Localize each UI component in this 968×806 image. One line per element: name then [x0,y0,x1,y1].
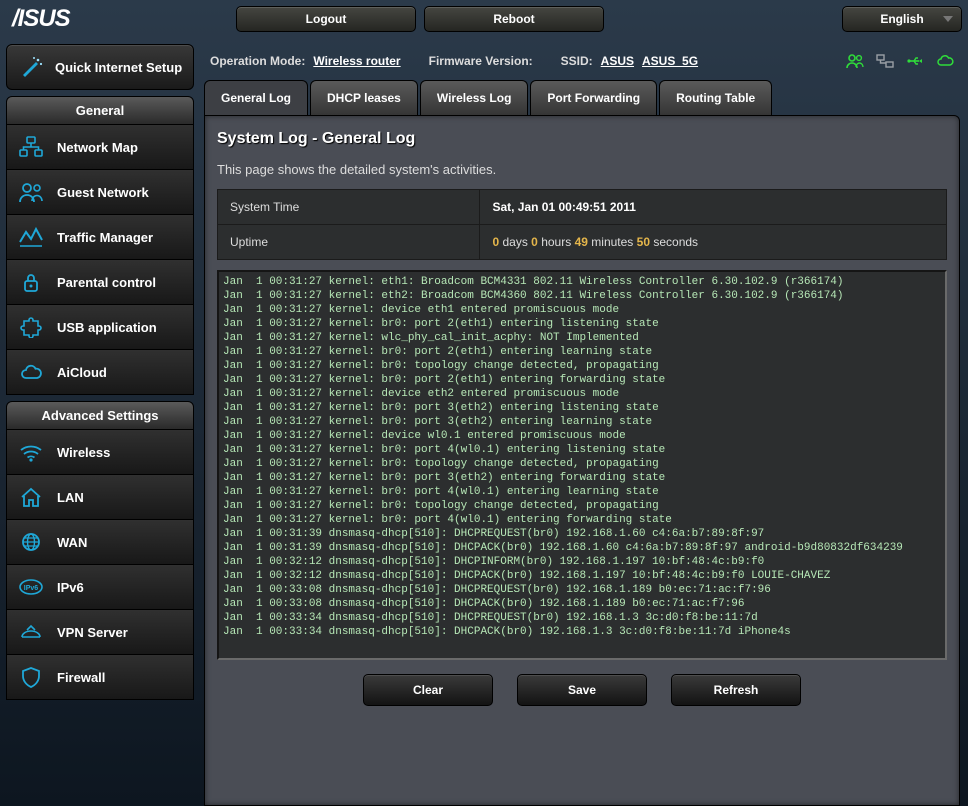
sidebar-item-vpn-server[interactable]: VPN Server [6,610,194,655]
sidebar-item-label: Parental control [57,275,156,290]
sidebar-item-usb-application[interactable]: USB application [6,305,194,350]
sidebar-item-label: Wireless [57,445,110,460]
sidebar-item-parental-control[interactable]: Parental control [6,260,194,305]
asus-logo: /ISUS [6,5,98,33]
puzzle-icon [17,315,45,339]
svg-text:IPv6: IPv6 [24,585,39,592]
general-nav: General Network Map Guest Network Traffic … [6,96,194,395]
uptime-label: Uptime [218,225,480,260]
vpn-icon [17,620,45,644]
chevron-down-icon [943,16,953,22]
op-mode-label: Operation Mode: [210,54,305,68]
panel-title: System Log - General Log [217,130,947,148]
general-header: General [6,96,194,125]
sidebar-item-guest-network[interactable]: Guest Network [6,170,194,215]
tab-wireless-log[interactable]: Wireless Log [420,80,529,115]
tabs: General LogDHCP leasesWireless LogPort F… [204,80,960,115]
sidebar-item-label: VPN Server [57,625,128,640]
ipv6-icon: IPv6 [17,575,45,599]
system-time-value: Sat, Jan 01 00:49:51 2011 [480,190,947,225]
wand-icon [17,53,45,81]
reboot-button[interactable]: Reboot [424,6,604,32]
tab-routing-table[interactable]: Routing Table [659,80,772,115]
log-panel: System Log - General Log This page shows… [204,115,960,806]
cloud-status-icon[interactable] [936,52,954,70]
panel-description: This page shows the detailed system's ac… [217,162,947,177]
sidebar-item-label: IPv6 [57,580,84,595]
clear-button[interactable]: Clear [363,674,493,706]
ssid-1[interactable]: ASUS [601,54,634,68]
fw-label: Firmware Version: [429,54,533,68]
advanced-header: Advanced Settings [6,401,194,430]
usb-status-icon[interactable] [906,52,924,70]
tab-general-log[interactable]: General Log [204,80,308,115]
info-bar: Operation Mode: Wireless router Firmware… [204,46,960,80]
house-icon [17,485,45,509]
sidebar-item-lan[interactable]: LAN [6,475,194,520]
tab-port-forwarding[interactable]: Port Forwarding [530,80,657,115]
sidebar-item-label: LAN [57,490,84,505]
sidebar-item-wireless[interactable]: Wireless [6,430,194,475]
shield-icon [17,665,45,689]
network-icon [17,135,45,159]
sidebar-item-wan[interactable]: WAN [6,520,194,565]
logout-button[interactable]: Logout [236,6,416,32]
sidebar-item-network-map[interactable]: Network Map [6,125,194,170]
traffic-icon [17,225,45,249]
refresh-button[interactable]: Refresh [671,674,801,706]
language-selector[interactable]: English [842,6,962,32]
sidebar-item-label: Firewall [57,670,105,685]
ssid-2[interactable]: ASUS_5G [642,54,698,68]
system-time-label: System Time [218,190,480,225]
sidebar-item-label: WAN [57,535,87,550]
tab-dhcp-leases[interactable]: DHCP leases [310,80,418,115]
wan-status-icon[interactable] [876,52,894,70]
globe-icon [17,530,45,554]
status-table: System Time Sat, Jan 01 00:49:51 2011 Up… [217,189,947,260]
lock-icon [17,270,45,294]
wifi-icon [17,440,45,464]
sidebar-item-aicloud[interactable]: AiCloud [6,350,194,395]
sidebar-item-traffic-manager[interactable]: Traffic Manager [6,215,194,260]
sidebar-item-firewall[interactable]: Firewall [6,655,194,700]
sidebar-item-ipv6[interactable]: IPv6 IPv6 [6,565,194,610]
system-log-textarea[interactable] [217,270,947,660]
quick-internet-setup[interactable]: Quick Internet Setup [6,44,194,90]
uptime-value: 0 days 0 hours 49 minutes 50 seconds [480,225,947,260]
language-label: English [880,12,923,26]
sidebar-item-label: Guest Network [57,185,149,200]
save-button[interactable]: Save [517,674,647,706]
sidebar-item-label: Network Map [57,140,138,155]
qis-label: Quick Internet Setup [55,60,182,75]
sidebar-item-label: USB application [57,320,157,335]
sidebar-item-label: Traffic Manager [57,230,153,245]
ssid-label: SSID: [561,54,593,68]
cloud-icon [17,360,45,384]
users-status-icon[interactable] [846,52,864,70]
guest-icon [17,180,45,204]
sidebar-item-label: AiCloud [57,365,107,380]
op-mode-value[interactable]: Wireless router [313,54,400,68]
advanced-nav: Advanced Settings WirelessLANWANIPv6IPv6… [6,401,194,700]
